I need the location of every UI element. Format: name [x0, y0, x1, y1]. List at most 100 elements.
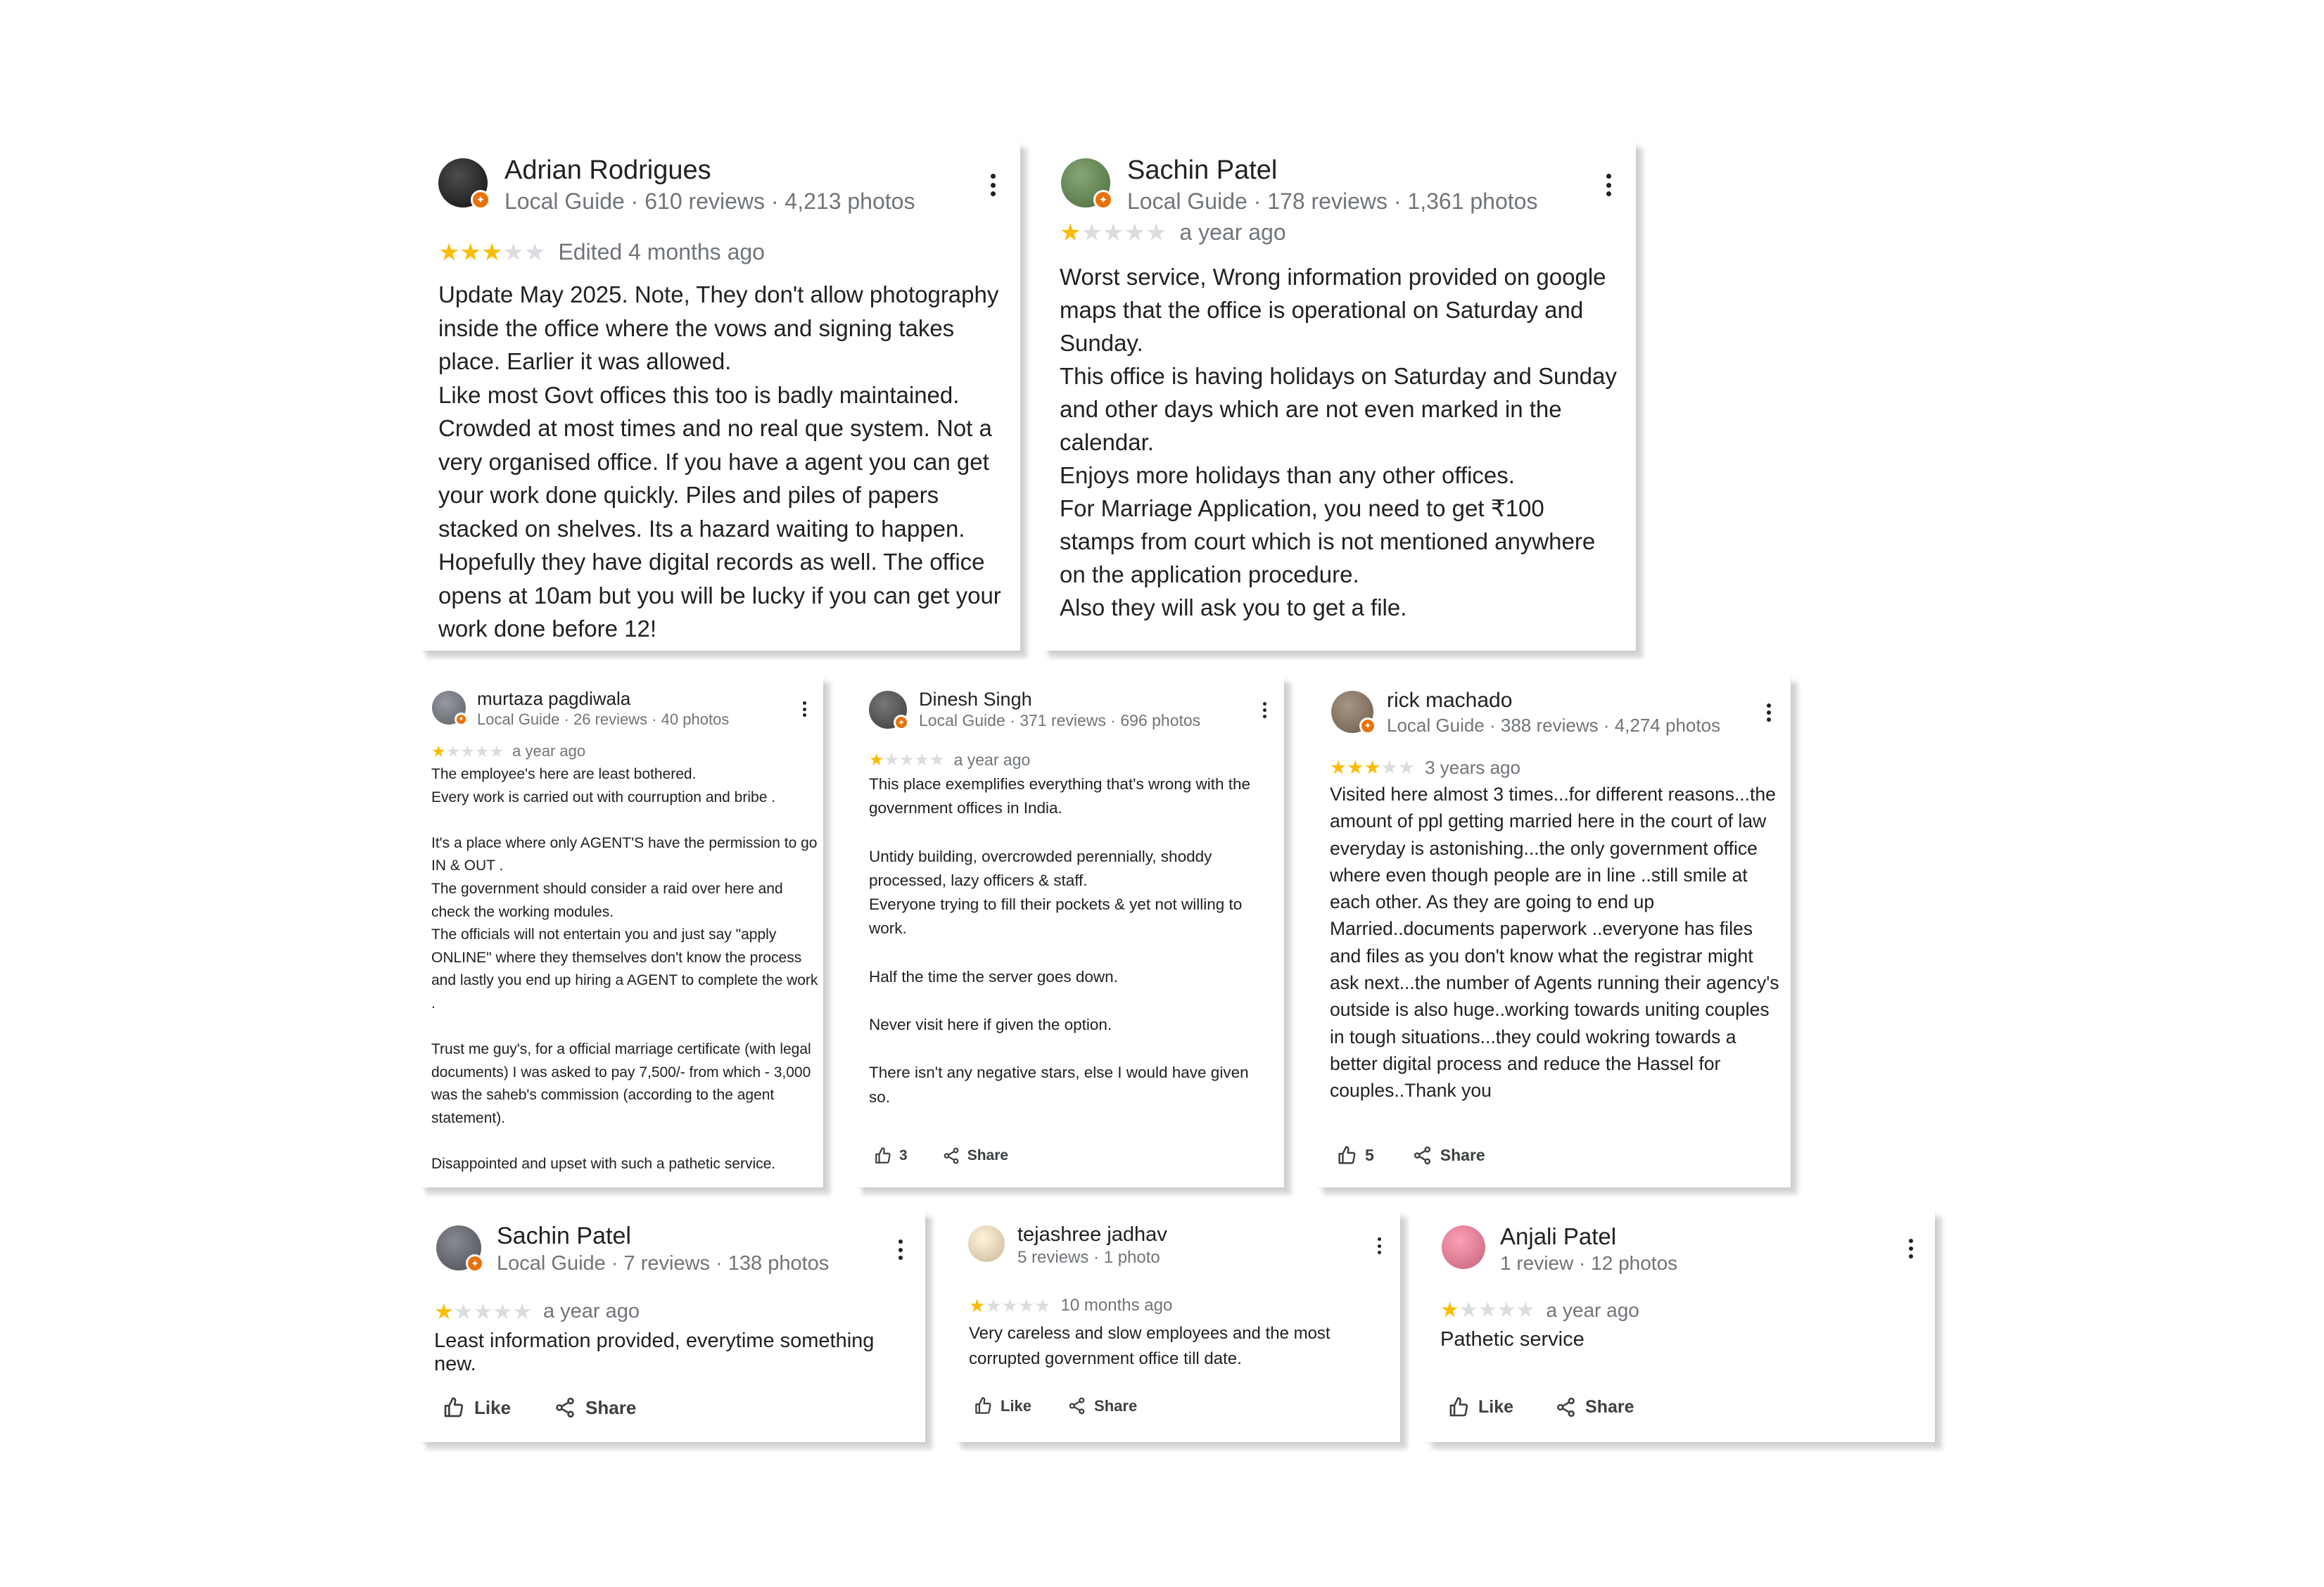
share-label: Share	[585, 1396, 637, 1418]
star-rating: ★ ★ ★ ★ ★	[434, 1301, 532, 1322]
review-age: a year ago	[512, 742, 586, 760]
reviewer-name[interactable]: Anjali Patel	[1500, 1223, 1677, 1250]
share-icon	[1069, 1397, 1085, 1415]
star-icon: ★	[438, 238, 460, 266]
reviewer-name[interactable]: Adrian Rodrigues	[504, 155, 915, 186]
review-card: Anjali Patel 1 review · 12 photos ★ ★ ★ ★ ★ …	[1425, 1210, 1935, 1442]
star-icon: ★	[1440, 1299, 1459, 1322]
reviewer-name[interactable]: Dinesh Singh	[919, 689, 1200, 710]
star-icon: ★	[1380, 757, 1398, 778]
avatar[interactable]: ✦	[869, 691, 909, 730]
share-button[interactable]: Share	[942, 1147, 1008, 1165]
like-button[interactable]: 5	[1337, 1145, 1374, 1166]
star-icon: ★	[434, 1299, 454, 1324]
review-card: ✦ Sachin Patel Local Guide · 7 reviews ·…	[419, 1210, 925, 1442]
star-rating: ★ ★ ★ ★ ★	[969, 1296, 1051, 1315]
avatar[interactable]	[1442, 1225, 1485, 1269]
like-button[interactable]: Like	[974, 1396, 1031, 1415]
more-vert-icon[interactable]	[802, 701, 807, 717]
star-rating: ★ ★ ★ ★ ★	[1060, 221, 1167, 245]
reviewer-meta: Local Guide · 388 reviews · 4,274 photos	[1387, 714, 1721, 736]
review-age: 3 years ago	[1425, 757, 1520, 778]
star-icon: ★	[899, 750, 915, 770]
avatar[interactable]: ✦	[438, 158, 490, 210]
rating-row: ★ ★ ★ ★ ★ a year ago	[1060, 219, 1286, 246]
local-guide-badge-icon: ✦	[1359, 718, 1376, 734]
share-button[interactable]: Share	[1412, 1145, 1485, 1166]
avatar[interactable]: ✦	[1061, 158, 1113, 210]
share-icon	[556, 1397, 574, 1418]
reviewer-name[interactable]: Sachin Patel	[497, 1223, 829, 1250]
thumb-up-icon	[975, 1397, 991, 1414]
review-card: ✦ Sachin Patel Local Guide · 178 reviews…	[1041, 141, 1636, 651]
share-button[interactable]: Share	[1555, 1396, 1634, 1418]
reviewer-meta: 1 review · 12 photos	[1500, 1251, 1678, 1274]
more-vert-icon[interactable]	[989, 174, 996, 196]
more-vert-icon[interactable]	[1262, 702, 1267, 718]
star-icon: ★	[1001, 1295, 1018, 1316]
review-age: Edited 4 months ago	[558, 239, 765, 264]
more-vert-icon[interactable]	[1907, 1239, 1914, 1258]
reviewer-name[interactable]: Sachin Patel	[1127, 155, 1537, 186]
review-actions: Like Share	[443, 1396, 636, 1419]
like-button[interactable]: Like	[443, 1396, 511, 1419]
more-vert-icon[interactable]	[1605, 174, 1612, 196]
review-age: a year ago	[542, 1300, 640, 1322]
avatar[interactable]: ✦	[436, 1225, 484, 1273]
more-vert-icon[interactable]	[897, 1239, 903, 1260]
star-icon: ★	[481, 238, 503, 266]
star-icon: ★	[1102, 219, 1124, 246]
local-guide-badge-icon: ✦	[466, 1254, 484, 1273]
more-vert-icon[interactable]	[1766, 703, 1772, 722]
star-icon: ★	[1347, 757, 1364, 778]
review-text: Visited here almost 3 times...for differ…	[1330, 784, 1779, 1102]
star-icon: ★	[489, 741, 504, 760]
star-icon: ★	[1364, 757, 1381, 778]
local-guide-badge-icon: ✦	[471, 190, 490, 210]
star-icon: ★	[1124, 219, 1145, 246]
more-vert-icon[interactable]	[1376, 1237, 1382, 1254]
star-icon: ★	[431, 741, 446, 760]
star-icon: ★	[474, 741, 490, 760]
star-icon: ★	[459, 238, 481, 266]
avatar[interactable]	[968, 1225, 1005, 1262]
local-guide-badge-icon: ✦	[455, 713, 468, 726]
reviewer-name[interactable]: rick machado	[1387, 689, 1720, 713]
star-icon: ★	[512, 1299, 532, 1324]
review-text: Worst service, Wrong information provide…	[1060, 264, 1617, 620]
share-button[interactable]: Share	[554, 1396, 636, 1419]
reviewer-meta: Local Guide · 7 reviews · 138 photos	[497, 1252, 830, 1275]
star-rating: ★ ★ ★ ★ ★	[438, 241, 545, 264]
review-actions: 5 Share	[1337, 1145, 1485, 1166]
review-actions: 3 Share	[874, 1147, 1008, 1165]
reviewer-name[interactable]: tejashree jadhav	[1017, 1223, 1167, 1247]
thumb-up-icon	[1449, 1397, 1468, 1417]
review-age: a year ago	[1546, 1299, 1639, 1321]
like-button[interactable]: 3	[874, 1147, 908, 1165]
review-text: Very careless and slow employees and the…	[969, 1324, 1331, 1368]
reviewer-meta: 5 reviews · 1 photo	[1017, 1248, 1160, 1268]
review-text: Pathetic service	[1440, 1328, 1585, 1351]
thumb-up-icon	[875, 1147, 891, 1164]
star-icon: ★	[1497, 1299, 1516, 1322]
star-icon: ★	[523, 238, 546, 266]
reviewer-meta: Local Guide · 178 reviews · 1,361 photos	[1127, 188, 1538, 214]
share-button[interactable]: Share	[1067, 1396, 1137, 1415]
local-guide-badge-icon: ✦	[894, 715, 909, 730]
like-button[interactable]: Like	[1448, 1396, 1513, 1418]
star-icon: ★	[884, 750, 900, 770]
review-text: Least information provided, everytime so…	[434, 1330, 875, 1375]
star-icon: ★	[1145, 219, 1167, 246]
star-icon: ★	[502, 238, 524, 266]
share-icon	[1414, 1146, 1430, 1165]
rating-row: ★ ★ ★ ★ ★ Edited 4 months ago	[438, 239, 765, 265]
reviewer-name[interactable]: murtaza pagdiwala	[477, 688, 729, 710]
reviewer-meta: Local Guide · 371 reviews · 696 photos	[919, 711, 1201, 730]
avatar[interactable]: ✦	[432, 691, 468, 726]
reviewer-meta: Local Guide · 610 reviews · 4,213 photos	[504, 188, 915, 214]
thumb-up-icon	[1338, 1146, 1356, 1164]
star-icon: ★	[1060, 219, 1081, 246]
review-text: Update May 2025. Note, They don't allow …	[438, 281, 1001, 642]
avatar[interactable]: ✦	[1331, 691, 1376, 734]
star-icon: ★	[1516, 1299, 1535, 1322]
